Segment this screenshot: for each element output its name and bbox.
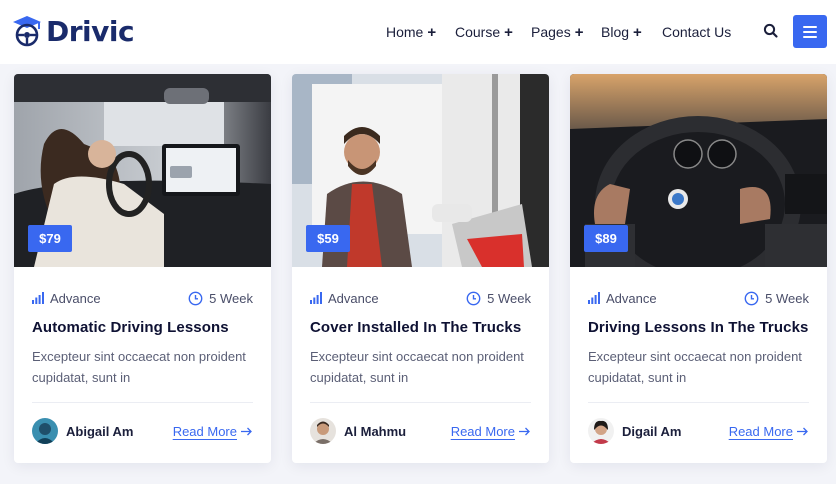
nav-item-course[interactable]: Course + [455, 24, 513, 41]
nav-label: Home [386, 24, 424, 40]
course-image-truck-worker[interactable]: $59 [292, 74, 549, 267]
course-level: Advance [310, 290, 379, 306]
course-description: Excepteur sint occaecat non proident cup… [310, 349, 524, 385]
duration-label: 5 Week [487, 290, 531, 306]
author-name: Abigail Am [66, 423, 134, 439]
course-title[interactable]: Cover Installed In The Trucks [310, 319, 521, 336]
search-icon[interactable] [762, 22, 780, 40]
read-more-label: Read More [172, 424, 237, 439]
nav-label: Blog [601, 24, 630, 40]
author-name: Al Mahmu [344, 423, 407, 439]
duration-label: 5 Week [209, 290, 253, 306]
course-image-steering-wheel[interactable]: $89 [570, 74, 827, 267]
hamburger-icon [803, 25, 817, 28]
course-duration: 5 Week [188, 290, 253, 306]
nav-item-pages[interactable]: Pages + [531, 24, 583, 41]
course-card[interactable]: $79 Advance 5 Week Automatic Driving Les… [14, 74, 271, 463]
plus-icon: + [504, 23, 513, 41]
logo-icon [13, 16, 41, 47]
course-card[interactable]: $89 Advance 5 Week Driving Lessons In Th… [570, 74, 827, 463]
read-more-label: Read More [728, 424, 793, 439]
course-description: Excepteur sint occaecat non proident cup… [588, 349, 802, 385]
course-author: Abigail Am [32, 418, 133, 444]
course-duration: 5 Week [744, 290, 809, 306]
duration-label: 5 Week [765, 290, 809, 306]
course-description: Excepteur sint occaecat non proident cup… [32, 349, 246, 385]
brand-logo[interactable]: Drivic [12, 13, 135, 49]
read-more-link[interactable]: Read More [729, 424, 808, 439]
level-label: Advance [50, 290, 101, 306]
signal-bars-icon [32, 292, 44, 304]
course-level: Advance [32, 290, 101, 306]
price-badge: $89 [584, 225, 628, 252]
course-author: Digail Am [588, 418, 681, 444]
nav-label: Contact Us [662, 24, 732, 40]
arrow-right-icon [797, 427, 808, 436]
course-duration: 5 Week [466, 290, 531, 306]
clock-icon [744, 291, 759, 305]
avatar [588, 418, 614, 444]
read-more-link[interactable]: Read More [173, 424, 252, 439]
signal-bars-icon [588, 292, 600, 304]
card-divider [310, 402, 531, 403]
course-image-car-interior[interactable]: $79 [14, 74, 271, 267]
course-author: Al Mahmu [310, 418, 406, 444]
level-label: Advance [328, 290, 379, 306]
read-more-link[interactable]: Read More [451, 424, 530, 439]
clock-icon [466, 291, 481, 305]
read-more-label: Read More [450, 424, 515, 439]
hamburger-icon-bar [803, 30, 817, 33]
nav-item-contact[interactable]: Contact Us [662, 24, 731, 40]
nav-item-blog[interactable]: Blog + [601, 24, 642, 41]
nav-item-home[interactable]: Home + [386, 24, 436, 41]
nav-label: Course [455, 24, 501, 40]
card-divider [32, 402, 253, 403]
card-divider [588, 402, 809, 403]
course-title[interactable]: Automatic Driving Lessons [32, 319, 229, 336]
course-title[interactable]: Driving Lessons In The Trucks [588, 319, 808, 336]
course-card[interactable]: $59 Advance 5 Week Cover Installed In Th… [292, 74, 549, 463]
nav-label: Pages [531, 24, 571, 40]
avatar [310, 418, 336, 444]
hamburger-icon-bar [803, 35, 817, 38]
brand-name: Drivic [46, 14, 135, 48]
price-badge: $59 [306, 225, 350, 252]
arrow-right-icon [519, 427, 530, 436]
signal-bars-icon [310, 292, 322, 304]
arrow-right-icon [241, 427, 252, 436]
plus-icon: + [633, 23, 642, 41]
avatar [32, 418, 58, 444]
plus-icon: + [427, 23, 437, 41]
clock-icon [188, 291, 203, 305]
price-badge: $79 [28, 225, 72, 252]
level-label: Advance [606, 290, 657, 306]
author-name: Digail Am [622, 423, 682, 439]
hamburger-menu-button[interactable] [793, 15, 827, 48]
course-level: Advance [588, 290, 657, 306]
site-header: Drivic Home + Course + Pages + Blog + Contac… [0, 0, 836, 64]
plus-icon: + [574, 23, 584, 41]
